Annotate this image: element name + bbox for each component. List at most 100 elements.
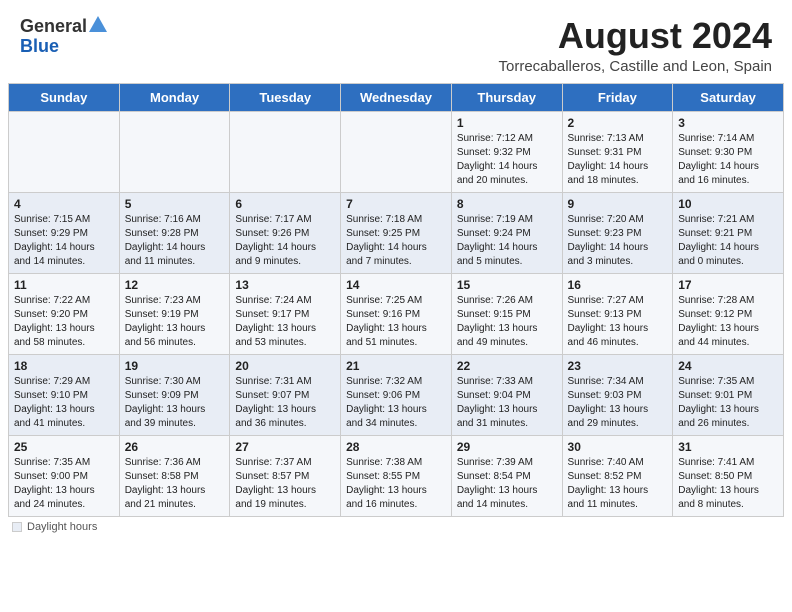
day-number: 4 bbox=[14, 197, 114, 211]
calendar-cell: 25Sunrise: 7:35 AM Sunset: 9:00 PM Dayli… bbox=[9, 435, 120, 516]
calendar-cell: 14 Sunrise: 7:25 AM Sunset: 9:16 PM Dayli… bbox=[341, 273, 452, 354]
day-content: Sunrise: 7:21 AM Sunset: 9:21 PM Dayligh… bbox=[678, 213, 778, 269]
calendar-cell bbox=[341, 111, 452, 192]
day-content: Sunrise: 7:40 AM Sunset: 8:52 PM Dayligh… bbox=[568, 456, 668, 512]
day-content: Sunrise: 7:29 AM Sunset: 9:10 PM Dayligh… bbox=[14, 375, 114, 431]
calendar-cell: 19 Sunrise: 7:30 AM Sunset: 9:09 PM Dayli… bbox=[119, 354, 230, 435]
logo: General Blue bbox=[20, 16, 107, 57]
day-content: Sunrise: 7:36 AM Sunset: 8:58 PM Dayligh… bbox=[125, 456, 225, 512]
day-content: Sunrise: 7:35 AM Sunset: 9:00 PM Dayligh… bbox=[14, 456, 114, 512]
day-number: 17 bbox=[678, 278, 778, 292]
calendar-cell: 6 Sunrise: 7:17 AM Sunset: 9:26 PM Daylig… bbox=[230, 192, 341, 273]
day-number: 12 bbox=[125, 278, 225, 292]
calendar-cell: 27Sunrise: 7:37 AM Sunset: 8:57 PM Dayli… bbox=[230, 435, 341, 516]
day-content: Sunrise: 7:32 AM Sunset: 9:06 PM Dayligh… bbox=[346, 375, 446, 431]
calendar-cell: 17Sunrise: 7:28 AM Sunset: 9:12 PM Dayli… bbox=[673, 273, 784, 354]
day-header: Monday bbox=[119, 83, 230, 111]
day-number: 18 bbox=[14, 359, 114, 373]
day-content: Sunrise: 7:39 AM Sunset: 8:54 PM Dayligh… bbox=[457, 456, 557, 512]
calendar-cell bbox=[230, 111, 341, 192]
calendar-cell bbox=[119, 111, 230, 192]
day-header: Friday bbox=[562, 83, 673, 111]
day-number: 26 bbox=[125, 440, 225, 454]
day-header: Sunday bbox=[9, 83, 120, 111]
calendar-cell: 24 Sunrise: 7:35 AM Sunset: 9:01 PM Dayli… bbox=[673, 354, 784, 435]
calendar-week-row: 25Sunrise: 7:35 AM Sunset: 9:00 PM Dayli… bbox=[9, 435, 784, 516]
calendar-cell: 4 Sunrise: 7:15 AM Sunset: 9:29 PM Daylig… bbox=[9, 192, 120, 273]
day-content: Sunrise: 7:14 AM Sunset: 9:30 PM Dayligh… bbox=[678, 132, 778, 188]
day-content: Sunrise: 7:19 AM Sunset: 9:24 PM Dayligh… bbox=[457, 213, 557, 269]
calendar-cell: 3 Sunrise: 7:14 AM Sunset: 9:30 PM Daylig… bbox=[673, 111, 784, 192]
footer-dot bbox=[12, 522, 22, 532]
day-number: 9 bbox=[568, 197, 668, 211]
calendar-cell: 26 Sunrise: 7:36 AM Sunset: 8:58 PM Dayli… bbox=[119, 435, 230, 516]
day-header: Tuesday bbox=[230, 83, 341, 111]
day-header: Saturday bbox=[673, 83, 784, 111]
calendar-cell: 12Sunrise: 7:23 AM Sunset: 9:19 PM Dayli… bbox=[119, 273, 230, 354]
calendar-cell: 15 Sunrise: 7:26 AM Sunset: 9:15 PM Dayli… bbox=[451, 273, 562, 354]
day-content: Sunrise: 7:24 AM Sunset: 9:17 PM Dayligh… bbox=[235, 294, 335, 350]
day-content: Sunrise: 7:22 AM Sunset: 9:20 PM Dayligh… bbox=[14, 294, 114, 350]
calendar-cell bbox=[9, 111, 120, 192]
day-content: Sunrise: 7:26 AM Sunset: 9:15 PM Dayligh… bbox=[457, 294, 557, 350]
calendar-week-row: 4 Sunrise: 7:15 AM Sunset: 9:29 PM Daylig… bbox=[9, 192, 784, 273]
day-number: 15 bbox=[457, 278, 557, 292]
day-content: Sunrise: 7:25 AM Sunset: 9:16 PM Dayligh… bbox=[346, 294, 446, 350]
day-content: Sunrise: 7:30 AM Sunset: 9:09 PM Dayligh… bbox=[125, 375, 225, 431]
day-content: Sunrise: 7:16 AM Sunset: 9:28 PM Dayligh… bbox=[125, 213, 225, 269]
calendar-week-row: 11 Sunrise: 7:22 AM Sunset: 9:20 PM Dayli… bbox=[9, 273, 784, 354]
day-content: Sunrise: 7:17 AM Sunset: 9:26 PM Dayligh… bbox=[235, 213, 335, 269]
day-number: 21 bbox=[346, 359, 446, 373]
calendar-cell: 23Sunrise: 7:34 AM Sunset: 9:03 PM Dayli… bbox=[562, 354, 673, 435]
day-number: 22 bbox=[457, 359, 557, 373]
logo-icon bbox=[89, 16, 107, 37]
day-content: Sunrise: 7:20 AM Sunset: 9:23 PM Dayligh… bbox=[568, 213, 668, 269]
calendar-cell: 20Sunrise: 7:31 AM Sunset: 9:07 PM Dayli… bbox=[230, 354, 341, 435]
day-number: 1 bbox=[457, 116, 557, 130]
calendar-week-row: 1 Sunrise: 7:12 AM Sunset: 9:32 PM Daylig… bbox=[9, 111, 784, 192]
calendar-table: SundayMondayTuesdayWednesdayThursdayFrid… bbox=[8, 83, 784, 517]
calendar-cell: 11 Sunrise: 7:22 AM Sunset: 9:20 PM Dayli… bbox=[9, 273, 120, 354]
day-number: 23 bbox=[568, 359, 668, 373]
day-number: 30 bbox=[568, 440, 668, 454]
day-number: 11 bbox=[14, 278, 114, 292]
day-content: Sunrise: 7:15 AM Sunset: 9:29 PM Dayligh… bbox=[14, 213, 114, 269]
day-content: Sunrise: 7:33 AM Sunset: 9:04 PM Dayligh… bbox=[457, 375, 557, 431]
calendar-cell: 18 Sunrise: 7:29 AM Sunset: 9:10 PM Dayli… bbox=[9, 354, 120, 435]
calendar-cell: 7Sunrise: 7:18 AM Sunset: 9:25 PM Daylig… bbox=[341, 192, 452, 273]
day-number: 14 bbox=[346, 278, 446, 292]
day-number: 13 bbox=[235, 278, 335, 292]
day-number: 2 bbox=[568, 116, 668, 130]
calendar-cell: 8Sunrise: 7:19 AM Sunset: 9:24 PM Daylig… bbox=[451, 192, 562, 273]
day-header: Thursday bbox=[451, 83, 562, 111]
subtitle: Torrecaballeros, Castille and Leon, Spai… bbox=[499, 58, 773, 75]
calendar-cell: 16 Sunrise: 7:27 AM Sunset: 9:13 PM Dayli… bbox=[562, 273, 673, 354]
calendar-cell: 5 Sunrise: 7:16 AM Sunset: 9:28 PM Daylig… bbox=[119, 192, 230, 273]
logo-general-text: General bbox=[20, 17, 87, 37]
title-block: August 2024 Torrecaballeros, Castille an… bbox=[499, 16, 773, 75]
calendar-cell: 9 Sunrise: 7:20 AM Sunset: 9:23 PM Daylig… bbox=[562, 192, 673, 273]
day-number: 29 bbox=[457, 440, 557, 454]
day-number: 10 bbox=[678, 197, 778, 211]
day-number: 27 bbox=[235, 440, 335, 454]
day-number: 6 bbox=[235, 197, 335, 211]
day-content: Sunrise: 7:27 AM Sunset: 9:13 PM Dayligh… bbox=[568, 294, 668, 350]
calendar-cell: 1 Sunrise: 7:12 AM Sunset: 9:32 PM Daylig… bbox=[451, 111, 562, 192]
day-number: 5 bbox=[125, 197, 225, 211]
day-content: Sunrise: 7:38 AM Sunset: 8:55 PM Dayligh… bbox=[346, 456, 446, 512]
header: General Blue August 2024 Torrecaballeros… bbox=[0, 0, 792, 83]
day-content: Sunrise: 7:12 AM Sunset: 9:32 PM Dayligh… bbox=[457, 132, 557, 188]
day-content: Sunrise: 7:35 AM Sunset: 9:01 PM Dayligh… bbox=[678, 375, 778, 431]
day-content: Sunrise: 7:41 AM Sunset: 8:50 PM Dayligh… bbox=[678, 456, 778, 512]
day-number: 16 bbox=[568, 278, 668, 292]
day-number: 19 bbox=[125, 359, 225, 373]
day-number: 3 bbox=[678, 116, 778, 130]
calendar-cell: 30 Sunrise: 7:40 AM Sunset: 8:52 PM Dayli… bbox=[562, 435, 673, 516]
day-number: 24 bbox=[678, 359, 778, 373]
footer: Daylight hours bbox=[0, 517, 792, 537]
day-number: 7 bbox=[346, 197, 446, 211]
calendar-cell: 22 Sunrise: 7:33 AM Sunset: 9:04 PM Dayli… bbox=[451, 354, 562, 435]
logo-blue-text: Blue bbox=[20, 37, 59, 57]
calendar-cell: 13 Sunrise: 7:24 AM Sunset: 9:17 PM Dayli… bbox=[230, 273, 341, 354]
day-number: 31 bbox=[678, 440, 778, 454]
